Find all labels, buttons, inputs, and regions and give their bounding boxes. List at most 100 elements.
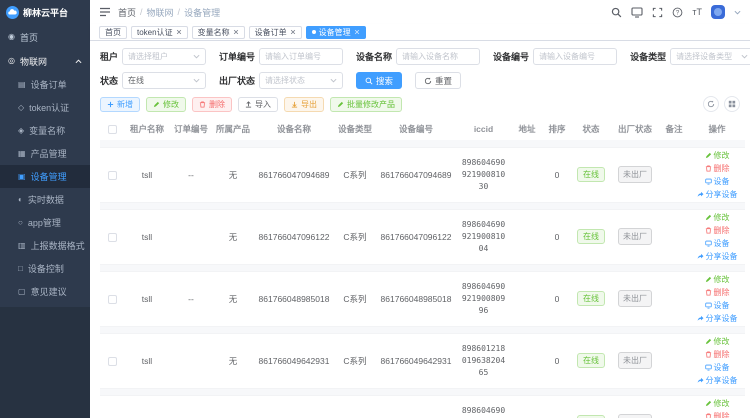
sidebar-item-home[interactable]: ◉ 首页 <box>0 25 90 49</box>
row-delete-link[interactable]: 删除 <box>705 411 730 418</box>
row-checkbox[interactable] <box>108 357 117 366</box>
row-device-link[interactable]: 设备 <box>705 300 730 311</box>
trash-icon <box>705 227 712 234</box>
device-name-input[interactable] <box>396 48 480 65</box>
filter-row-1: 租户 请选择租户 订单编号 设备名称 设备编号 <box>100 48 740 65</box>
active-tab-dot <box>312 30 316 34</box>
row-gap <box>100 388 745 395</box>
font-size-icon[interactable]: тT <box>692 7 702 17</box>
row-edit-link[interactable]: 修改 <box>705 212 730 223</box>
reset-button-label: 重置 <box>435 75 452 87</box>
tenant-select[interactable]: 请选择租户 <box>122 48 206 65</box>
reset-button[interactable]: 重置 <box>415 72 461 89</box>
row-device-link[interactable]: 设备 <box>705 362 730 373</box>
row-share-link[interactable]: 分享设备 <box>697 251 738 262</box>
table-tools <box>703 96 740 112</box>
app-manage-icon: ○ <box>18 219 23 227</box>
row-delete-label: 删除 <box>714 163 730 174</box>
row-share-label: 分享设备 <box>706 313 738 324</box>
breadcrumb-home[interactable]: 首页 <box>118 6 136 19</box>
row-delete-link[interactable]: 删除 <box>705 163 730 174</box>
tab-device-order[interactable]: 设备订单 <box>249 26 302 39</box>
sidebar-item-app-manage[interactable]: ○ app管理 <box>0 211 90 234</box>
tab-variable-name[interactable]: 变量名称 <box>192 26 245 39</box>
breadcrumb-iot[interactable]: 物联网 <box>147 6 174 19</box>
main-area: 首页 / 物联网 / 设备管理 тT 首页 token认证 <box>90 0 750 418</box>
column-settings-button[interactable] <box>724 96 740 112</box>
row-device-link[interactable]: 设备 <box>705 176 730 187</box>
sidebar-item-realtime-data[interactable]: ◐ 实时数据 <box>0 188 90 211</box>
sidebar-item-device-control[interactable]: □ 设备控制 <box>0 257 90 280</box>
device-type-select[interactable]: 请选择设备类型 <box>670 48 750 65</box>
tab-home[interactable]: 首页 <box>99 26 127 39</box>
close-icon[interactable] <box>233 29 239 35</box>
order-no-label: 订单编号 <box>219 50 255 63</box>
row-edit-link[interactable]: 修改 <box>705 336 730 347</box>
cell-device-name: 861766049642931 <box>254 333 334 388</box>
search-icon[interactable] <box>611 7 622 18</box>
row-edit-label: 修改 <box>714 212 730 223</box>
chevron-down-icon[interactable] <box>734 9 741 16</box>
row-device-link[interactable]: 设备 <box>705 238 730 249</box>
status-select[interactable]: 在线 <box>122 72 206 89</box>
sidebar-item-label: app管理 <box>28 216 61 229</box>
sidebar-item-device-order[interactable]: ▤ 设备订单 <box>0 73 90 96</box>
cell-sort: 0 <box>543 147 571 202</box>
help-icon[interactable] <box>672 7 683 18</box>
device-no-input[interactable] <box>533 48 617 65</box>
share-icon <box>697 191 704 198</box>
screen-icon <box>705 178 712 185</box>
factory-status-select[interactable]: 请选择状态 <box>259 72 343 89</box>
close-icon[interactable] <box>176 29 182 35</box>
cell-sort: 0 <box>543 333 571 388</box>
sidebar-item-iot[interactable]: ◎ 物联网 <box>0 49 90 73</box>
row-share-link[interactable]: 分享设备 <box>697 189 738 200</box>
sidebar-item-feedback[interactable]: ▢ 意见建议 <box>0 280 90 303</box>
row-checkbox[interactable] <box>108 295 117 304</box>
refresh-table-button[interactable] <box>703 96 719 112</box>
sidebar-item-device-manage[interactable]: ▣ 设备管理 <box>0 165 90 188</box>
row-delete-link[interactable]: 删除 <box>705 287 730 298</box>
avatar[interactable] <box>711 5 725 19</box>
row-delete-link[interactable]: 删除 <box>705 349 730 360</box>
sidebar-item-token-auth[interactable]: ◇ token认证 <box>0 96 90 119</box>
row-edit-link[interactable]: 修改 <box>705 150 730 161</box>
edit-button[interactable]: 修改 <box>146 97 186 112</box>
row-checkbox[interactable] <box>108 171 117 180</box>
export-button[interactable]: 导出 <box>284 97 324 112</box>
row-share-link[interactable]: 分享设备 <box>697 375 738 386</box>
batch-edit-button[interactable]: 批量修改产品 <box>330 97 402 112</box>
row-share-link[interactable]: 分享设备 <box>697 313 738 324</box>
hamburger-icon[interactable] <box>99 6 111 18</box>
select-all-checkbox[interactable] <box>108 125 117 134</box>
filter-device-name: 设备名称 <box>356 48 480 65</box>
screen-size-icon[interactable] <box>631 6 643 18</box>
row-actions: 修改 删除 设备 分享设备 <box>690 212 744 262</box>
sidebar-item-label: 首页 <box>20 31 38 44</box>
device-manage-icon: ▣ <box>18 173 26 181</box>
sidebar-item-variable-name[interactable]: ◈ 变量名称 <box>0 119 90 142</box>
tab-token-auth[interactable]: token认证 <box>131 26 188 39</box>
close-icon[interactable] <box>290 29 296 35</box>
close-icon[interactable] <box>354 29 360 35</box>
row-checkbox[interactable] <box>108 233 117 242</box>
row-edit-link[interactable]: 修改 <box>705 398 730 409</box>
cell-product: 无 <box>212 271 254 326</box>
breadcrumb-separator: / <box>140 7 143 17</box>
delete-button[interactable]: 删除 <box>192 97 232 112</box>
search-button[interactable]: 搜索 <box>356 72 402 89</box>
cell-product: 无 <box>212 333 254 388</box>
order-no-input[interactable] <box>259 48 343 65</box>
import-button[interactable]: 导入 <box>238 97 278 112</box>
tab-device-manage[interactable]: 设备管理 <box>306 26 366 39</box>
sidebar-item-report-format[interactable]: ▥ 上报数据格式 <box>0 234 90 257</box>
add-button[interactable]: 新增 <box>100 97 140 112</box>
row-delete-link[interactable]: 删除 <box>705 225 730 236</box>
row-actions: 修改 删除 设备 分享设备 <box>690 150 744 200</box>
tab-label: 设备订单 <box>255 27 287 38</box>
row-edit-link[interactable]: 修改 <box>705 274 730 285</box>
filter-status: 状态 在线 <box>100 72 206 89</box>
fullscreen-icon[interactable] <box>652 7 663 18</box>
sidebar-item-product-manage[interactable]: ▦ 产品管理 <box>0 142 90 165</box>
cell-remark <box>659 271 689 326</box>
